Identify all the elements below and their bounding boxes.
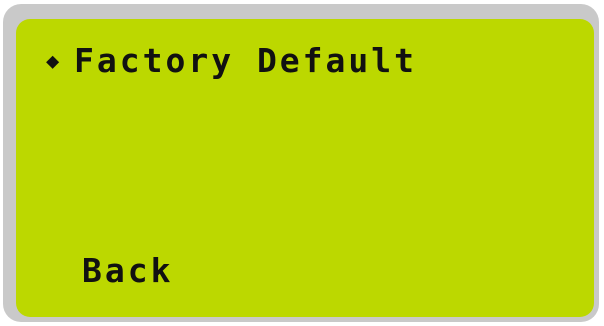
menu-item-factory-default[interactable]: ◆ Factory Default (46, 44, 417, 77)
menu-item-label: Factory Default (74, 41, 418, 80)
back-label: Back (82, 251, 174, 290)
diamond-icon: ◆ (46, 49, 60, 74)
back-button[interactable]: Back (82, 254, 173, 287)
